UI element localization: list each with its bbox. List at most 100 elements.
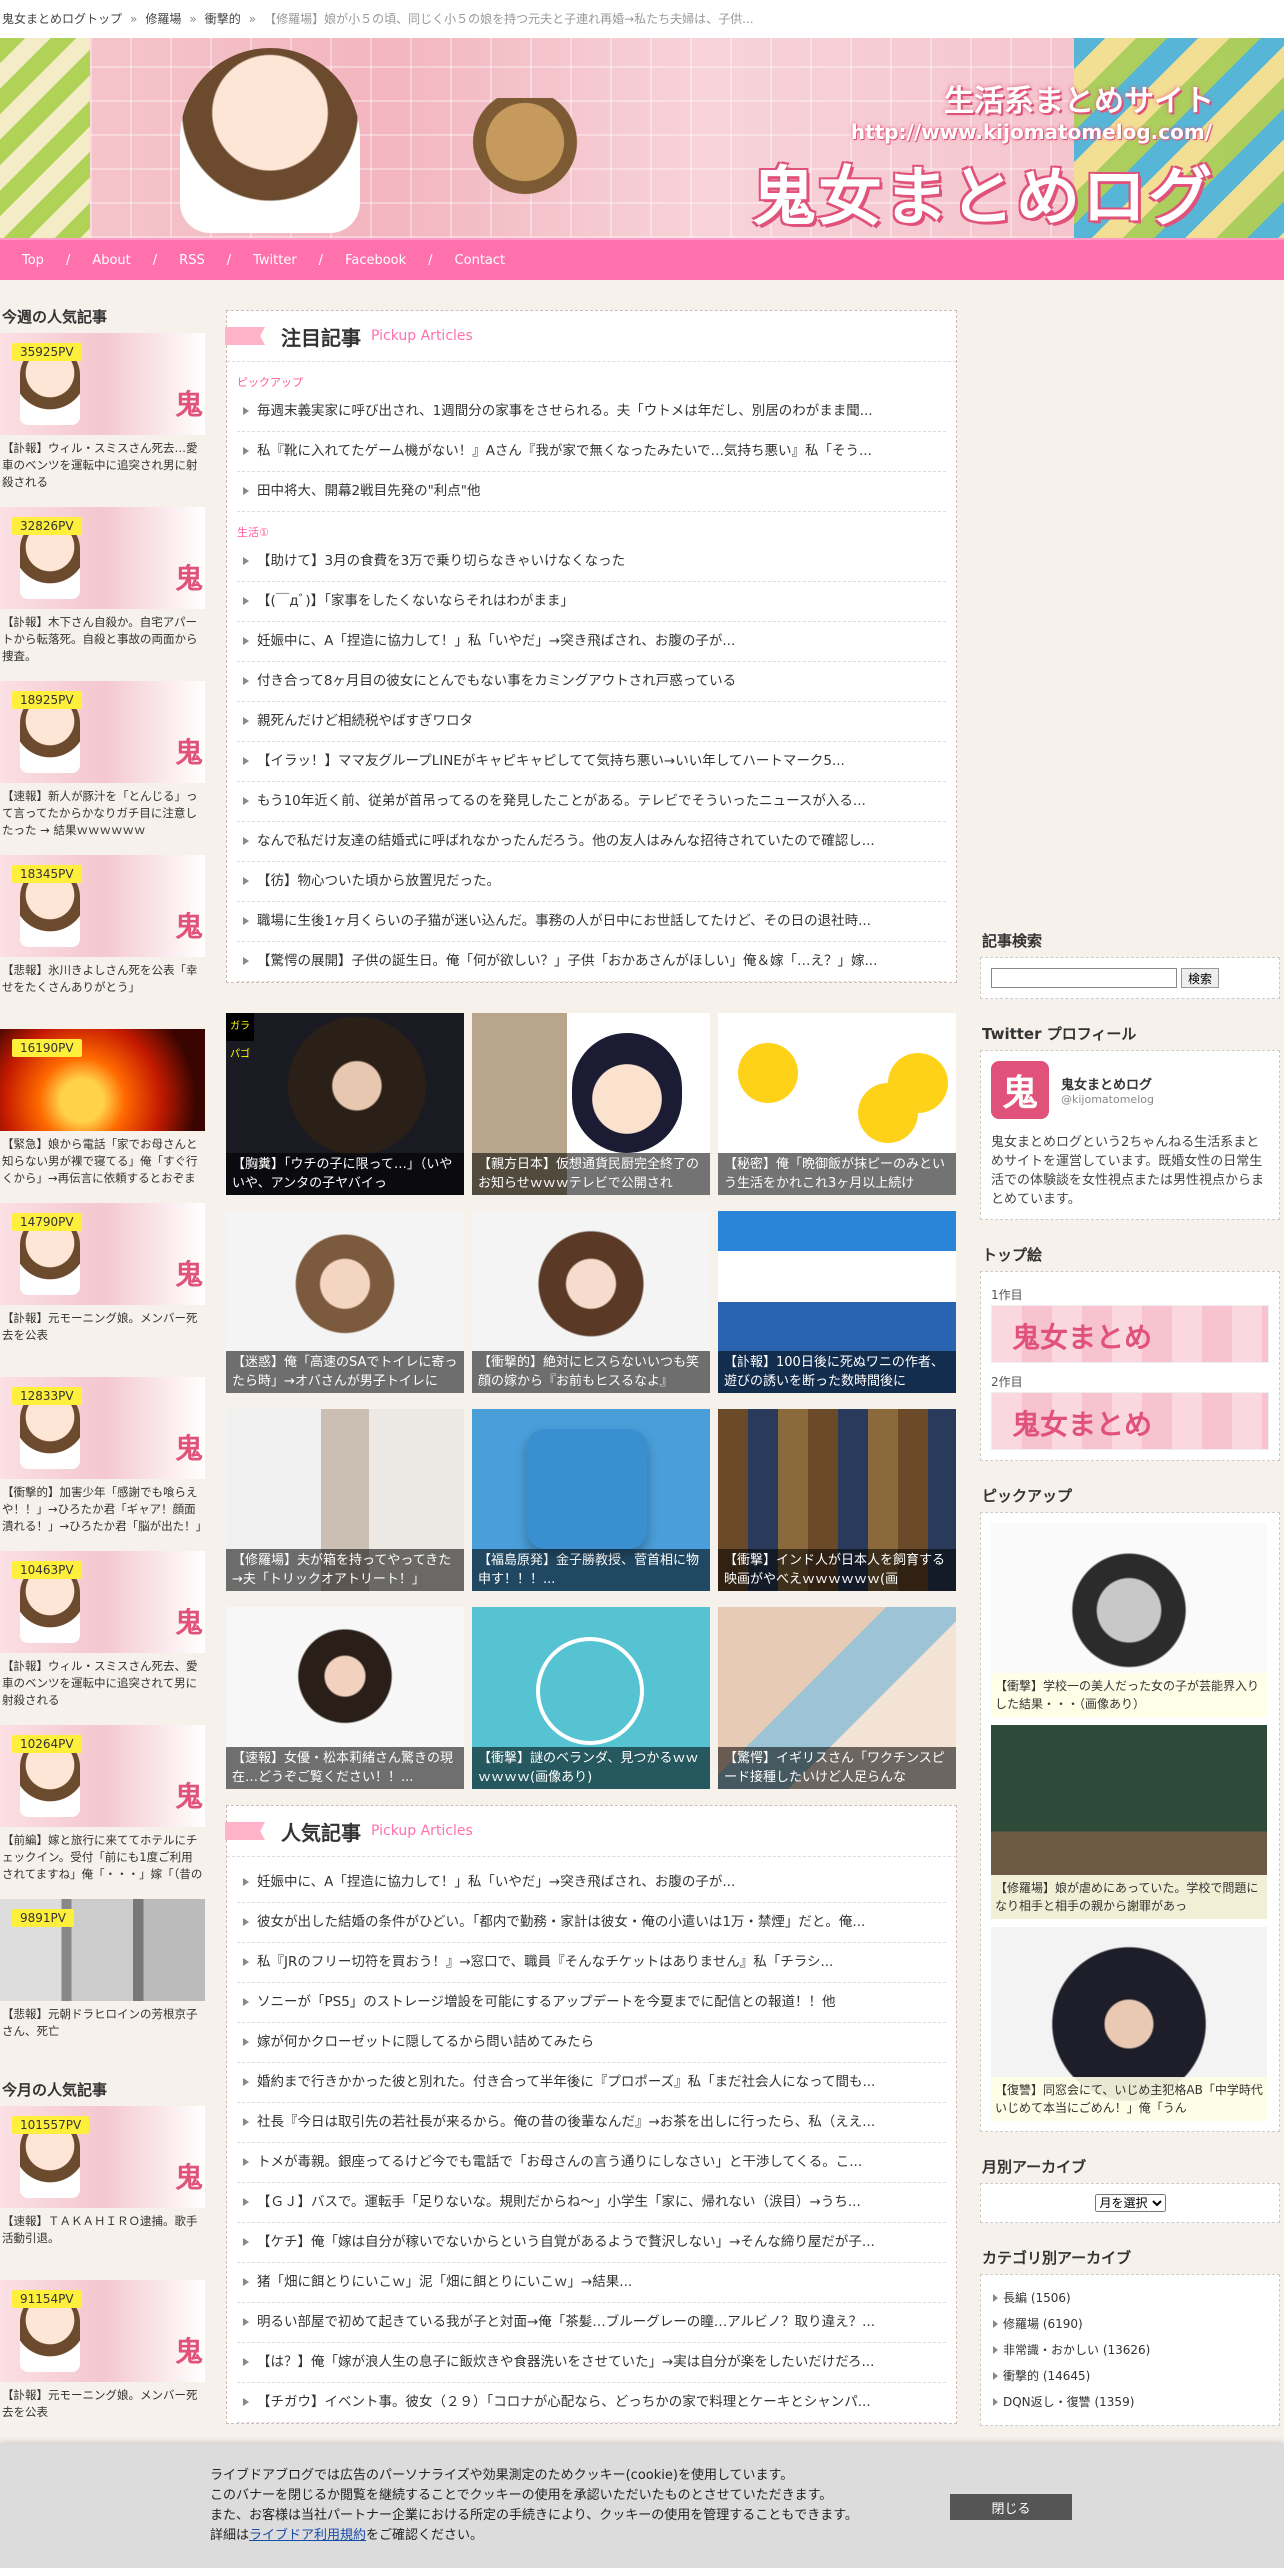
grid-article[interactable]: 【福島原発】金子勝教授、菅首相に物申す！！！... bbox=[472, 1409, 710, 1591]
grid-caption[interactable]: 【衝撃】インド人が日本人を飼育する映画がやべえｗｗｗｗｗｗ(画 bbox=[718, 1549, 956, 1591]
grid-caption[interactable]: 【親方日本】仮想通貨民厨完全終了のお知らせｗｗｗテレビで公開され bbox=[472, 1153, 710, 1195]
breadcrumb-subcategory[interactable]: 衝撃的 bbox=[205, 12, 241, 26]
pickup-item[interactable]: 【復讐】同窓会にて、いじめ主犯格AB「中学時代いじめて本当にごめん！」俺「うん bbox=[991, 1927, 1267, 2121]
grid-article[interactable]: 【修羅場】夫が箱を持ってやってきた→夫「トリックオアトリート！」 bbox=[226, 1409, 464, 1591]
article-link[interactable]: 妊娠中に、A「捏造に協力して！」私「いやだ」→突き飛ばされ、お腹の子が... bbox=[237, 1863, 946, 1903]
category-link[interactable]: 衝撃的 (14645) bbox=[991, 2363, 1269, 2389]
ranking-caption[interactable]: 【速報】新人が豚汁を「とんじる」って言ってたからかなりガチ目に注意したった → … bbox=[0, 783, 205, 840]
category-link[interactable]: 修羅場 (6190) bbox=[991, 2311, 1269, 2337]
category-link[interactable]: 長編 (1506) bbox=[991, 2285, 1269, 2311]
category-link[interactable]: DQN返し・復讐 (1359) bbox=[991, 2389, 1269, 2415]
ranking-item[interactable]: 9891PV 【悲報】元朝ドラヒロインの芳根京子さん、死亡 bbox=[0, 1899, 205, 2073]
grid-caption[interactable]: 【衝撃的】絶対にヒスらないいつも笑顔の嫁から『お前もヒスるなよ』 bbox=[472, 1351, 710, 1393]
grid-caption[interactable]: 【胸糞】「ウチの子に限って…」（いやいや、アンタの子ヤバイっ bbox=[226, 1153, 464, 1195]
ranking-item[interactable]: 鬼 14790PV 【訃報】元モーニング娘。メンバー死去を公表 bbox=[0, 1203, 205, 1377]
grid-article[interactable]: 【驚愕】イギリスさん「ワクチンスピード接種したいけど人足らんな bbox=[718, 1607, 956, 1789]
ranking-caption[interactable]: 【訃報】ウィル・スミスさん死去…愛車のベンツを運転中に追突され男に射殺される bbox=[0, 435, 205, 492]
article-link[interactable]: 【驚愕の展開】子供の誕生日。俺「何が欲しい？」子供「おかあさんがほしい」俺＆嫁「… bbox=[237, 942, 946, 982]
pickup-caption[interactable]: 【復讐】同窓会にて、いじめ主犯格AB「中学時代いじめて本当にごめん！」俺「うん bbox=[991, 2077, 1267, 2121]
grid-article[interactable]: 【衝撃】謎のベランダ、見つかるｗｗｗｗｗｗ(画像あり) bbox=[472, 1607, 710, 1789]
ranking-item[interactable]: 鬼 91154PV 【訃報】元モーニング娘。メンバー死去を公表 bbox=[0, 2280, 205, 2454]
ranking-caption[interactable]: 【前編】嫁と旅行に来ててホテルにチェックイン。受付「前にも1度ご利用されてますね… bbox=[0, 1827, 205, 1884]
category-link[interactable]: 非常識・おかしい (13626) bbox=[991, 2337, 1269, 2363]
grid-caption[interactable]: 【速報】女優・松本莉緒さん驚きの現在…どうぞご覧ください！！... bbox=[226, 1747, 464, 1789]
nav-facebook[interactable]: Facebook bbox=[345, 253, 406, 268]
pickup-item[interactable]: 【修羅場】娘が虐めにあっていた。学校で問題になり相手と相手の親から謝罪があっ bbox=[991, 1725, 1267, 1919]
ranking-item[interactable]: 鬼 101557PV 【速報】ＴＡＫＡＨＩＲＯ逮捕。歌手活動引退。 bbox=[0, 2106, 205, 2280]
top-pic-image[interactable]: 鬼女まとめ bbox=[991, 1305, 1269, 1363]
grid-caption[interactable]: 【修羅場】夫が箱を持ってやってきた→夫「トリックオアトリート！」 bbox=[226, 1549, 464, 1591]
ranking-item[interactable]: 鬼 32826PV 【訃報】木下さん自殺か。自宅アパートから転落死。自殺と事故の… bbox=[0, 507, 205, 681]
archive-select[interactable]: 月を選択 bbox=[1094, 2194, 1166, 2212]
article-link[interactable]: 【イラッ！】ママ友グループLINEがキャピキャピしてて気持ち悪い→いい年してハー… bbox=[237, 742, 946, 782]
article-link[interactable]: 【助けて】3月の食費を3万で乗り切らなきゃいけなくなった bbox=[237, 542, 946, 582]
grid-caption[interactable]: 【福島原発】金子勝教授、菅首相に物申す！！！... bbox=[472, 1549, 710, 1591]
search-input[interactable] bbox=[991, 968, 1177, 988]
article-link[interactable]: 職場に生後1ヶ月くらいの子猫が迷い込んだ。事務の人が日中にお世話してたけど、その… bbox=[237, 902, 946, 942]
article-link[interactable]: 嫁が何かクローゼットに隠してるから問い詰めてみたら bbox=[237, 2023, 946, 2063]
breadcrumb-category[interactable]: 修羅場 bbox=[145, 12, 181, 26]
nav-about[interactable]: About bbox=[92, 253, 130, 268]
grid-article[interactable]: 【迷惑】俺「高速のSAでトイレに寄ったら時」→オバさんが男子トイレに bbox=[226, 1211, 464, 1393]
ranking-caption[interactable]: 【衝撃的】加害少年「感謝でも喰らえや！！」→ひろたか君「ギャア！顔面潰れる！」→… bbox=[0, 1479, 205, 1536]
article-link[interactable]: 【(￣дﾞ)】「家事をしたくないならそれはわがまま」 bbox=[237, 582, 946, 622]
twitter-name[interactable]: 鬼女まとめログ bbox=[1061, 1074, 1154, 1093]
twitter-handle[interactable]: @kijomatomelog bbox=[1061, 1093, 1154, 1106]
ranking-item[interactable]: 鬼 10463PV 【訃報】ウィル・スミスさん死去、愛車のベンツを運転中に追突さ… bbox=[0, 1551, 205, 1725]
ranking-caption[interactable]: 【悲報】氷川きよしさん死を公表「幸せをたくさんありがとう」 bbox=[0, 957, 205, 1014]
grid-caption[interactable]: 【驚愕】イギリスさん「ワクチンスピード接種したいけど人足らんな bbox=[718, 1747, 956, 1789]
breadcrumb-home[interactable]: 鬼女まとめログトップ bbox=[2, 12, 122, 26]
grid-article[interactable]: 【親方日本】仮想通貨民厨完全終了のお知らせｗｗｗテレビで公開され bbox=[472, 1013, 710, 1195]
ranking-caption[interactable]: 【訃報】木下さん自殺か。自宅アパートから転落死。自殺と事故の両面から捜査。 bbox=[0, 609, 205, 666]
ranking-item[interactable]: 鬼 10264PV 【前編】嫁と旅行に来ててホテルにチェックイン。受付「前にも1… bbox=[0, 1725, 205, 1899]
article-link[interactable]: ソニーが「PS5」のストレージ増設を可能にするアップデートを今夏までに配信との報… bbox=[237, 1983, 946, 2023]
article-link[interactable]: 私『靴に入れてたゲーム機がない！』Aさん『我が家で無くなったみたいで…気持ち悪い… bbox=[237, 432, 946, 472]
article-link[interactable]: 妊娠中に、A「捏造に協力して！」私「いやだ」→突き飛ばされ、お腹の子が... bbox=[237, 622, 946, 662]
article-link[interactable]: 私『JRのフリー切符を買おう！』→窓口で、職員『そんなチケットはありません』私「… bbox=[237, 1943, 946, 1983]
grid-article[interactable]: 【訃報】100日後に死ぬワニの作者、遊びの誘いを断った数時間後に bbox=[718, 1211, 956, 1393]
top-pic-image[interactable]: 鬼女まとめ bbox=[991, 1392, 1269, 1450]
ranking-item[interactable]: 鬼 18925PV 【速報】新人が豚汁を「とんじる」って言ってたからかなりガチ目… bbox=[0, 681, 205, 855]
grid-article[interactable]: 【衝撃】インド人が日本人を飼育する映画がやべえｗｗｗｗｗｗ(画 bbox=[718, 1409, 956, 1591]
article-link[interactable]: 【は？】俺「嫁が浪人生の息子に飯炊きや食器洗いをさせていた」→実は自分が楽をした… bbox=[237, 2343, 946, 2383]
nav-top[interactable]: Top bbox=[22, 253, 44, 268]
search-button[interactable]: 検索 bbox=[1181, 968, 1220, 988]
nav-contact[interactable]: Contact bbox=[455, 253, 506, 268]
header-banner[interactable]: 生活系まとめサイト http://www.kijomatomelog.com/ … bbox=[0, 38, 1284, 238]
pickup-caption[interactable]: 【衝撃】学校一の美人だった女の子が芸能界入りした結果・・・（画像あり） bbox=[991, 1673, 1267, 1717]
ranking-caption[interactable]: 【訃報】元モーニング娘。メンバー死去を公表 bbox=[0, 2382, 205, 2439]
nav-twitter[interactable]: Twitter bbox=[253, 253, 297, 268]
grid-caption[interactable]: 【衝撃】謎のベランダ、見つかるｗｗｗｗｗｗ(画像あり) bbox=[472, 1747, 710, 1789]
ranking-item[interactable]: 鬼 12833PV 【衝撃的】加害少年「感謝でも喰らえや！！」→ひろたか君「ギャ… bbox=[0, 1377, 205, 1551]
grid-article[interactable]: ガラパゴ 【胸糞】「ウチの子に限って…」（いやいや、アンタの子ヤバイっ bbox=[226, 1013, 464, 1195]
article-link[interactable]: 【ＧＪ】バスで。運転手「足りないな。規則だからね～」小学生「家に、帰れない（涙目… bbox=[237, 2183, 946, 2223]
ranking-caption[interactable]: 【訃報】ウィル・スミスさん死去、愛車のベンツを運転中に追突されて男に射殺される bbox=[0, 1653, 205, 1710]
terms-link[interactable]: ライブドア利用規約 bbox=[249, 2528, 366, 2543]
ranking-caption[interactable]: 【訃報】元モーニング娘。メンバー死去を公表 bbox=[0, 1305, 205, 1362]
article-link[interactable]: 婚約まで行きかかった彼と別れた。付き合って半年後に『プロポーズ』私「まだ社会人に… bbox=[237, 2063, 946, 2103]
grid-article[interactable]: 【衝撃的】絶対にヒスらないいつも笑顔の嫁から『お前もヒスるなよ』 bbox=[472, 1211, 710, 1393]
ranking-item[interactable]: 鬼 35925PV 【訃報】ウィル・スミスさん死去…愛車のベンツを運転中に追突さ… bbox=[0, 333, 205, 507]
article-link[interactable]: 田中将大、開幕2戦目先発の"利点"他 bbox=[237, 472, 946, 512]
article-link[interactable]: 毎週末義実家に呼び出され、1週間分の家事をさせられる。夫「ウトメは年だし、別居の… bbox=[237, 392, 946, 432]
article-link[interactable]: 付き合って8ヶ月目の彼女にとんでもない事をカミングアウトされ戸惑っている bbox=[237, 662, 946, 702]
avatar[interactable]: 鬼 bbox=[991, 1061, 1049, 1119]
ranking-item[interactable]: 鬼 18345PV 【悲報】氷川きよしさん死を公表「幸せをたくさんありがとう」 bbox=[0, 855, 205, 1029]
grid-caption[interactable]: 【秘密】俺「晩御飯が抹ピーのみという生活をかれこれ3ヶ月以上続け bbox=[718, 1153, 956, 1195]
ranking-caption[interactable]: 【緊急】娘から電話「家でお母さんと知らない男が裸で寝てる」俺「すぐ行くから」→再… bbox=[0, 1131, 205, 1188]
article-link[interactable]: トメが毒親。銀座ってるけど今でも電話で「お母さんの言う通りにしなさい」と干渉して… bbox=[237, 2143, 946, 2183]
pickup-item[interactable]: 【衝撃】学校一の美人だった女の子が芸能界入りした結果・・・（画像あり） bbox=[991, 1523, 1267, 1717]
article-link[interactable]: 猪「畑に餌とりにいこｗ」泥「畑に餌とりにいこｗ」→結果... bbox=[237, 2263, 946, 2303]
article-link[interactable]: 【彷】物心ついた頃から放置児だった。 bbox=[237, 862, 946, 902]
article-link[interactable]: 明るい部屋で初めて起きている我が子と対面→俺「茶髪…ブルーグレーの瞳…アルビノ？… bbox=[237, 2303, 946, 2343]
article-link[interactable]: もう10年近く前、従弟が首吊ってるのを発見したことがある。テレビでそういったニュ… bbox=[237, 782, 946, 822]
grid-article[interactable]: 【速報】女優・松本莉緒さん驚きの現在…どうぞご覧ください！！... bbox=[226, 1607, 464, 1789]
article-link[interactable]: 彼女が出した結婚の条件がひどい。「都内で勤務・家計は彼女・俺の小遣いは1万・禁煙… bbox=[237, 1903, 946, 1943]
ranking-caption[interactable]: 【速報】ＴＡＫＡＨＩＲＯ逮捕。歌手活動引退。 bbox=[0, 2208, 205, 2265]
grid-article[interactable]: 【秘密】俺「晩御飯が抹ピーのみという生活をかれこれ3ヶ月以上続け bbox=[718, 1013, 956, 1195]
grid-caption[interactable]: 【訃報】100日後に死ぬワニの作者、遊びの誘いを断った数時間後に bbox=[718, 1351, 956, 1393]
pickup-caption[interactable]: 【修羅場】娘が虐めにあっていた。学校で問題になり相手と相手の親から謝罪があっ bbox=[991, 1875, 1267, 1919]
article-link[interactable]: 【ケチ】俺「嫁は自分が稼いでないからという自覚があるようで贅沢しない」→そんな締… bbox=[237, 2223, 946, 2263]
article-link[interactable]: 親死んだけど相続税やばすぎワロタ bbox=[237, 702, 946, 742]
nav-rss[interactable]: RSS bbox=[179, 253, 205, 268]
